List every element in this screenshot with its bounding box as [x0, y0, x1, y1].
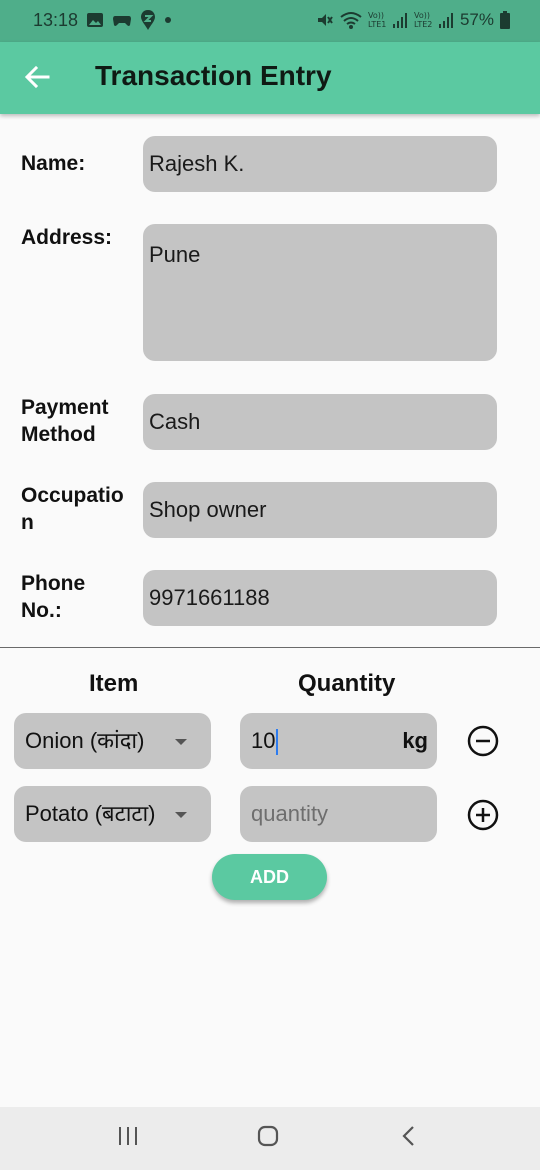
wifi-icon	[340, 12, 362, 29]
recent-apps-icon[interactable]	[117, 1125, 139, 1147]
payment-method-field[interactable]: Cash	[143, 394, 497, 450]
phone-field[interactable]: 9971661188	[143, 570, 497, 626]
phone-value: 9971661188	[149, 585, 270, 610]
page-title: Transaction Entry	[95, 60, 332, 91]
text-cursor	[276, 729, 279, 756]
plus-circle-icon[interactable]	[467, 799, 499, 831]
quantity-input-row-2[interactable]: quantity	[240, 786, 437, 842]
app-bar: Transaction Entry	[0, 42, 540, 114]
home-icon[interactable]	[257, 1125, 279, 1147]
svg-text:LTE1: LTE1	[368, 20, 386, 29]
svg-text:LTE2: LTE2	[414, 20, 432, 29]
battery-icon	[500, 11, 510, 29]
item-dropdown-value: Potato (बटाटा)	[25, 801, 156, 826]
section-divider	[0, 647, 540, 648]
add-button[interactable]: ADD	[212, 854, 327, 900]
status-bar: 13:18 Vo)) LTE1 Vo)) LTE2 57%	[0, 0, 540, 42]
name-label: Name:	[21, 152, 86, 175]
payment-method-value: Cash	[149, 409, 201, 434]
occupation-label: Occupation	[21, 484, 124, 534]
occupation-value: Shop owner	[149, 497, 267, 522]
svg-text:Vo)): Vo))	[414, 11, 430, 20]
system-nav-bar	[0, 1107, 540, 1170]
quantity-value: 10	[251, 728, 276, 753]
address-field[interactable]: Pune	[143, 224, 497, 361]
unit-label: kg	[402, 728, 428, 753]
item-dropdown-value: Onion (कांदा)	[25, 728, 145, 753]
volte-lte2-signal-icon: Vo))LTE2	[414, 11, 453, 29]
battery-percent: 57%	[459, 10, 494, 29]
item-dropdown-row-2[interactable]: Potato (बटाटा)	[14, 786, 211, 842]
volte-lte1-signal-icon: Vo))LTE1	[368, 11, 407, 29]
item-column-header: Item	[89, 670, 139, 697]
mute-icon	[317, 14, 333, 26]
name-value: Rajesh K.	[149, 151, 245, 176]
phone-label: Phone No.:	[21, 572, 86, 622]
gallery-icon	[87, 13, 103, 27]
address-label: Address:	[21, 226, 113, 249]
status-time: 13:18	[33, 10, 79, 30]
minus-circle-icon[interactable]	[467, 725, 499, 757]
quantity-column-header: Quantity	[298, 670, 396, 697]
dropdown-caret-icon	[175, 812, 187, 818]
svg-text:Vo)): Vo))	[368, 11, 384, 20]
item-dropdown-row-1[interactable]: Onion (कांदा)	[14, 713, 211, 769]
back-icon[interactable]	[398, 1125, 420, 1147]
swiggy-icon	[141, 10, 155, 30]
dropdown-caret-icon	[175, 739, 187, 745]
dot-icon	[165, 17, 171, 23]
payment-method-label: Payment Method	[21, 396, 109, 446]
address-value: Pune	[149, 242, 201, 267]
quantity-placeholder: quantity	[251, 801, 329, 826]
name-field[interactable]: Rajesh K.	[143, 136, 497, 192]
quantity-input-row-1[interactable]: 10 kg	[240, 713, 437, 769]
arrow-back-icon[interactable]	[22, 62, 52, 92]
occupation-field[interactable]: Shop owner	[143, 482, 497, 538]
game-icon	[113, 16, 131, 26]
